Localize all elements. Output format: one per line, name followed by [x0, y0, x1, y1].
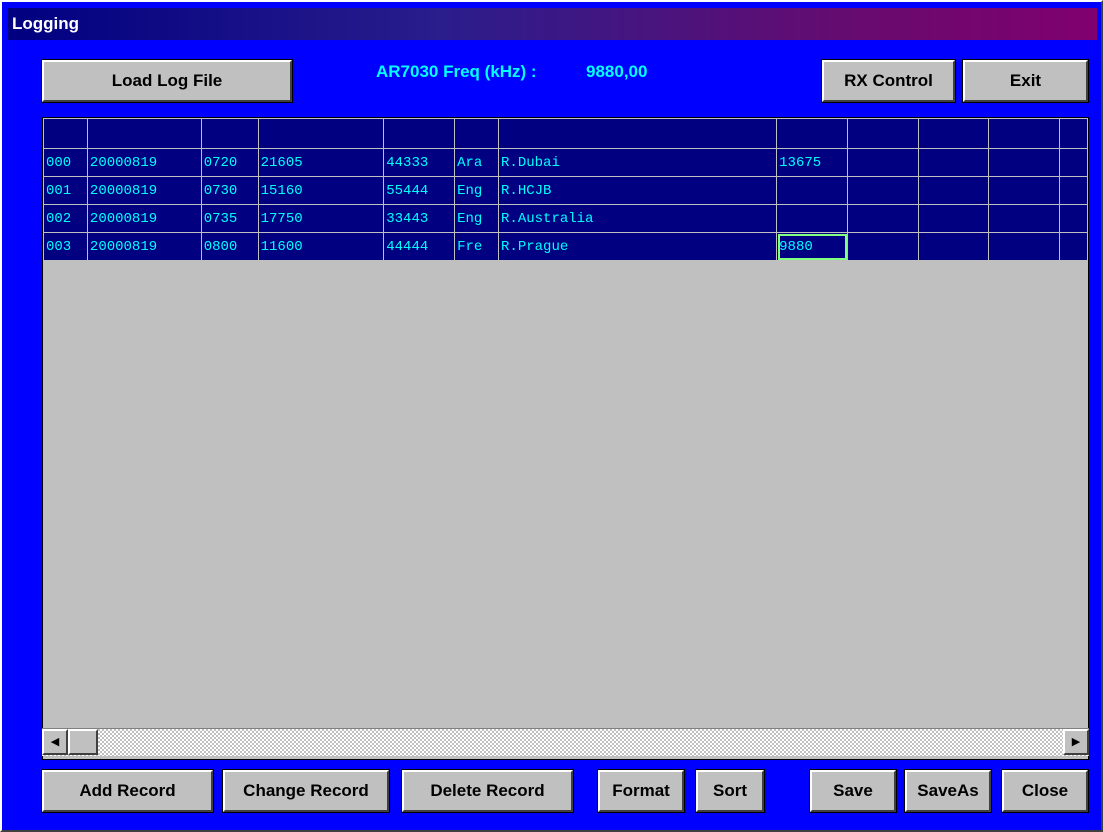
cell-time[interactable]: 0720	[200, 148, 259, 177]
cell-station[interactable]: R.HCJB	[498, 176, 778, 205]
cell-sinpo[interactable]: 55444	[383, 176, 456, 205]
cell-empty[interactable]	[1059, 204, 1088, 233]
horizontal-scrollbar[interactable]: ◀ ▶	[42, 728, 1089, 756]
header-cell[interactable]	[86, 118, 202, 149]
cell-station[interactable]: R.Prague	[498, 232, 778, 261]
cell-date[interactable]: 20000819	[86, 232, 202, 261]
cell-extra-selected[interactable]: 9880	[776, 232, 849, 261]
header-cell[interactable]	[454, 118, 500, 149]
cell-time[interactable]: 0730	[200, 176, 259, 205]
cell-empty[interactable]	[1059, 148, 1088, 177]
cell-date[interactable]: 20000819	[86, 204, 202, 233]
sort-button[interactable]: Sort	[695, 769, 765, 813]
cell-empty[interactable]	[847, 148, 919, 177]
cell-sinpo[interactable]: 44444	[383, 232, 456, 261]
cell-sinpo[interactable]: 44333	[383, 148, 456, 177]
table-row[interactable]: 000 20000819 0720 21605 44333 Ara R.Duba…	[43, 148, 1088, 177]
format-button[interactable]: Format	[597, 769, 685, 813]
close-button[interactable]: Close	[1001, 769, 1089, 813]
header-cell[interactable]	[1059, 118, 1088, 149]
header-cell[interactable]	[988, 118, 1061, 149]
header-cell[interactable]	[383, 118, 456, 149]
cell-time[interactable]: 0735	[200, 204, 259, 233]
cell-frequency[interactable]: 11600	[257, 232, 385, 261]
log-grid[interactable]: 000 20000819 0720 21605 44333 Ara R.Duba…	[42, 117, 1089, 760]
window-title: Logging	[8, 8, 1097, 40]
freq-label: AR7030 Freq (kHz) :	[376, 62, 537, 81]
cell-empty[interactable]	[847, 232, 919, 261]
cell-empty[interactable]	[988, 148, 1061, 177]
cell-date[interactable]: 20000819	[86, 148, 202, 177]
save-as-button[interactable]: SaveAs	[904, 769, 992, 813]
cell-index[interactable]: 003	[43, 232, 88, 261]
grid-header-row	[43, 118, 1088, 149]
cell-date[interactable]: 20000819	[86, 176, 202, 205]
cell-empty[interactable]	[917, 148, 990, 177]
table-row[interactable]: 001 20000819 0730 15160 55444 Eng R.HCJB	[43, 176, 1088, 205]
cell-empty[interactable]	[917, 232, 990, 261]
cell-extra[interactable]	[776, 204, 849, 233]
cell-index[interactable]: 001	[43, 176, 88, 205]
cell-index[interactable]: 000	[43, 148, 88, 177]
cell-language[interactable]: Fre	[454, 232, 500, 261]
arrow-left-icon[interactable]: ◀	[42, 729, 68, 755]
cell-sinpo[interactable]: 33443	[383, 204, 456, 233]
cell-time[interactable]: 0800	[200, 232, 259, 261]
freq-value: 9880,00	[586, 62, 648, 81]
cell-index[interactable]: 002	[43, 204, 88, 233]
load-log-file-button[interactable]: Load Log File	[41, 59, 293, 103]
delete-record-button[interactable]: Delete Record	[401, 769, 574, 813]
cell-language[interactable]: Ara	[454, 148, 500, 177]
header-cell[interactable]	[200, 118, 259, 149]
cell-empty[interactable]	[1059, 176, 1088, 205]
header-cell[interactable]	[257, 118, 385, 149]
cell-empty[interactable]	[988, 176, 1061, 205]
cell-empty[interactable]	[988, 232, 1061, 261]
cell-frequency[interactable]: 15160	[257, 176, 385, 205]
logging-window: Logging Load Log File AR7030 Freq (kHz) …	[0, 0, 1103, 832]
cell-station[interactable]: R.Dubai	[498, 148, 778, 177]
cell-empty[interactable]	[988, 204, 1061, 233]
save-button[interactable]: Save	[809, 769, 897, 813]
cell-frequency[interactable]: 17750	[257, 204, 385, 233]
header-cell[interactable]	[917, 118, 990, 149]
header-cell[interactable]	[43, 118, 88, 149]
cell-empty[interactable]	[847, 176, 919, 205]
scrollbar-thumb[interactable]	[68, 729, 98, 755]
arrow-right-icon[interactable]: ▶	[1063, 729, 1089, 755]
add-record-button[interactable]: Add Record	[41, 769, 214, 813]
cell-language[interactable]: Eng	[454, 176, 500, 205]
cell-empty[interactable]	[1059, 232, 1088, 261]
rx-control-button[interactable]: RX Control	[821, 59, 956, 103]
header-cell[interactable]	[776, 118, 849, 149]
cell-extra[interactable]	[776, 176, 849, 205]
cell-empty[interactable]	[847, 204, 919, 233]
change-record-button[interactable]: Change Record	[222, 769, 390, 813]
cell-language[interactable]: Eng	[454, 204, 500, 233]
cell-empty[interactable]	[917, 204, 990, 233]
table-row[interactable]: 002 20000819 0735 17750 33443 Eng R.Aust…	[43, 204, 1088, 233]
exit-button[interactable]: Exit	[962, 59, 1089, 103]
header-cell[interactable]	[847, 118, 919, 149]
cell-frequency[interactable]: 21605	[257, 148, 385, 177]
cell-extra[interactable]: 13675	[776, 148, 849, 177]
header-cell[interactable]	[498, 118, 778, 149]
cell-station[interactable]: R.Australia	[498, 204, 778, 233]
cell-empty[interactable]	[917, 176, 990, 205]
log-table: 000 20000819 0720 21605 44333 Ara R.Duba…	[43, 118, 1088, 261]
table-row[interactable]: 003 20000819 0800 11600 44444 Fre R.Prag…	[43, 232, 1088, 261]
